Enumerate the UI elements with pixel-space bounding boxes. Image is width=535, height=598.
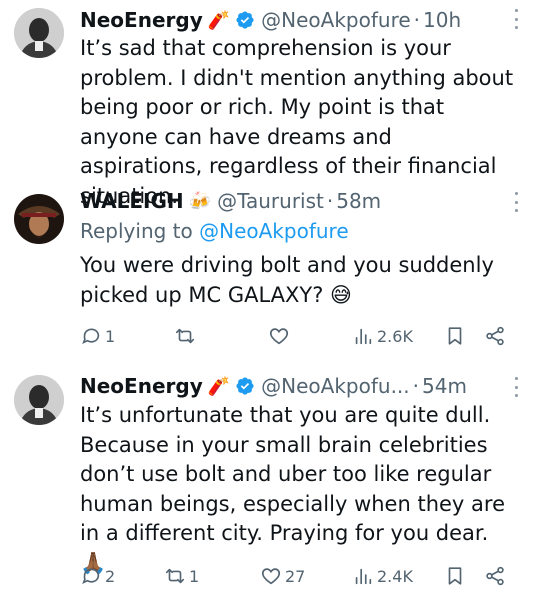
avatar[interactable] [14, 375, 64, 425]
name-emoji: 🍻 [188, 190, 212, 212]
repost-button[interactable]: 1 [164, 562, 199, 590]
views-count: 2.6K [377, 326, 413, 346]
handle[interactable]: @Taururist [217, 189, 324, 213]
separator-dot: · [412, 374, 420, 398]
views-chart-icon [355, 568, 372, 585]
views-count: 2.4K [377, 566, 413, 586]
reply-count: 2 [105, 566, 116, 586]
reply-count: 1 [105, 326, 116, 346]
repost-icon [165, 568, 185, 584]
bookmark-icon [448, 327, 462, 345]
tweet-header: WALEIGH 🍻 @Taururist · 58m [80, 188, 519, 214]
tweet-2[interactable]: WALEIGH 🍻 @Taururist · 58m Replying to @… [0, 186, 535, 361]
tweet-actions: 1 2.6K [80, 322, 519, 350]
handle[interactable]: @NeoAkpofure [261, 8, 411, 32]
heart-icon [269, 328, 289, 345]
repost-count: 1 [189, 566, 200, 586]
reply-icon [82, 328, 100, 344]
like-count: 27 [285, 566, 306, 586]
tweet-actions: 2 1 27 2.4K [80, 562, 519, 590]
tweet-header: NeoEnergy 🧨 @NeoAkpofu... · 54m [80, 373, 519, 399]
share-button[interactable] [484, 322, 506, 350]
bookmark-button[interactable] [444, 562, 466, 590]
more-options-icon[interactable] [513, 377, 519, 397]
share-button[interactable] [484, 562, 506, 590]
more-options-icon[interactable] [513, 9, 519, 29]
handle[interactable]: @NeoAkpofu... [261, 374, 410, 398]
repost-icon [175, 328, 195, 344]
more-options-icon[interactable] [513, 192, 519, 212]
bookmark-icon [448, 567, 462, 585]
reply-icon [82, 568, 100, 584]
share-icon [486, 326, 504, 346]
tweet-text: It’s sad that comprehension is your prob… [80, 36, 514, 208]
views-button[interactable]: 2.4K [352, 562, 413, 590]
replying-to-mention[interactable]: @NeoAkpofure [199, 219, 349, 243]
avatar[interactable] [14, 194, 64, 244]
timestamp[interactable]: 58m [336, 189, 381, 213]
tweet-text: It’s unfortunate that you are quite dull… [80, 403, 505, 575]
like-button[interactable]: 27 [260, 562, 305, 590]
timestamp[interactable]: 10h [423, 8, 461, 32]
separator-dot: · [413, 8, 421, 32]
tweet-header: NeoEnergy 🧨 @NeoAkpofure · 10h [80, 7, 519, 33]
repost-button[interactable] [174, 322, 199, 350]
views-button[interactable]: 2.6K [352, 322, 413, 350]
tweet-text: You were driving bolt and you suddenly p… [80, 253, 494, 307]
timestamp[interactable]: 54m [422, 374, 467, 398]
reply-button[interactable]: 2 [80, 562, 115, 590]
views-chart-icon [355, 328, 372, 345]
reply-button[interactable]: 1 [80, 322, 115, 350]
replying-to-label: Replying to [80, 219, 193, 243]
separator-dot: · [326, 189, 334, 213]
name-emoji: 🧨 [207, 375, 231, 397]
verified-badge-icon [236, 377, 254, 395]
display-name[interactable]: NeoEnergy [80, 374, 203, 398]
heart-icon [261, 568, 281, 585]
like-button[interactable] [268, 322, 293, 350]
avatar[interactable] [14, 8, 64, 58]
display-name[interactable]: NeoEnergy [80, 8, 203, 32]
share-icon [486, 566, 504, 586]
display-name[interactable]: WALEIGH [80, 189, 184, 213]
bookmark-button[interactable] [444, 322, 466, 350]
name-emoji: 🧨 [207, 9, 231, 31]
replying-to: Replying to @NeoAkpofure [80, 219, 349, 243]
verified-badge-icon [236, 11, 254, 29]
tweet-3[interactable]: NeoEnergy 🧨 @NeoAkpofu... · 54m It’s unf… [0, 361, 535, 598]
tweet-1[interactable]: NeoEnergy 🧨 @NeoAkpofure · 10h It’s sad … [0, 0, 535, 208]
